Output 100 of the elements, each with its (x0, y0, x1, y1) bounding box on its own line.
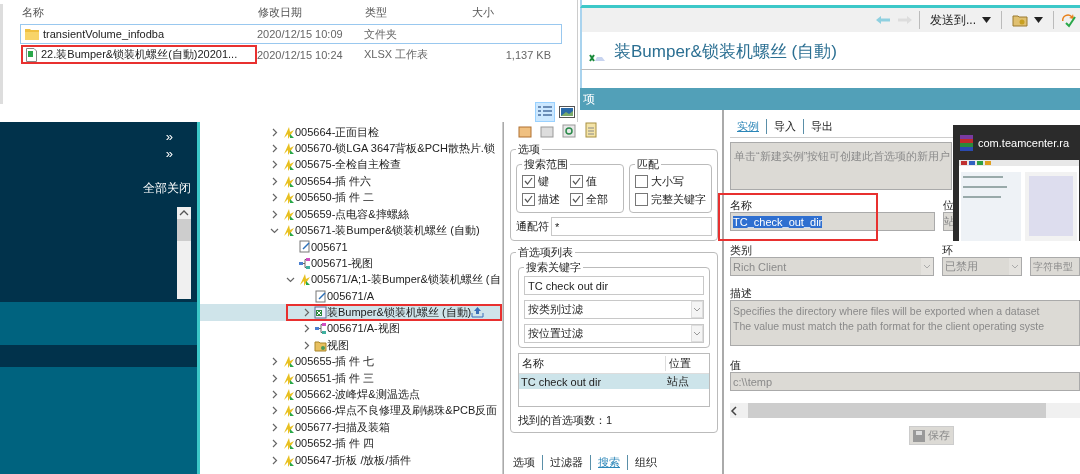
column-header[interactable]: 位置 (665, 356, 709, 371)
column-header[interactable]: 类型 (365, 4, 472, 20)
checkbox[interactable] (635, 192, 648, 206)
scroll-thumb[interactable] (177, 219, 191, 241)
tree-item[interactable]: 005671/A-视图 (200, 320, 502, 338)
revision-icon (282, 125, 295, 139)
revision-icon (282, 437, 295, 451)
collapse-chevron-icon[interactable] (286, 275, 295, 285)
group-title: 选项 (517, 142, 541, 157)
structure-icon (314, 322, 327, 336)
selected-text: TC_check_out_dir (733, 215, 823, 228)
filter-dropdown[interactable]: 按位置过滤 (524, 324, 704, 343)
checkbox-label: 大小写 (651, 173, 684, 189)
tree-item[interactable]: 005671/A;1-装Bumper&锁装机螺丝 (自 (200, 271, 502, 288)
revision-icon (282, 371, 295, 385)
checkbox[interactable] (570, 174, 583, 188)
file-date: 2020/12/15 10:09 (257, 28, 344, 40)
tab[interactable]: 导出 (804, 119, 840, 134)
search-field[interactable]: TC check out dir (524, 276, 704, 295)
checkbox[interactable] (522, 174, 535, 188)
checkbox[interactable] (522, 192, 535, 206)
dropdown-arrow-icon (1034, 17, 1043, 23)
field-label: 描述 (730, 286, 753, 300)
revision-icon (282, 387, 295, 401)
close-all-link[interactable]: 全部关闭 (143, 180, 191, 197)
tree-item[interactable]: 005659-点电容&摔螺絲 (200, 205, 502, 223)
checkbox[interactable] (635, 174, 648, 188)
checkbox-label: 值 (586, 173, 597, 189)
tree-item[interactable]: 005666-焊点不良修理及刷锡珠&PCB反面 (200, 402, 502, 420)
spreadsheet-icon (314, 306, 327, 319)
dropdown-arrow-icon (982, 17, 991, 23)
tree-item[interactable]: 005671-视图 (200, 255, 502, 272)
tree-item[interactable]: 005655-插 件 七 (200, 353, 502, 370)
structure-icon (298, 256, 311, 270)
send-to-button[interactable]: 发送到... (926, 9, 995, 31)
column-header[interactable]: 名称 (22, 4, 258, 20)
tree-item[interactable]: 005671 (200, 238, 502, 256)
tree-item[interactable]: 005664-正面目检 (200, 124, 502, 141)
tab[interactable]: 实例 (730, 119, 767, 134)
table-row[interactable]: TC check out dir 站点 (519, 374, 709, 389)
expand-chevron[interactable]: » (165, 128, 173, 145)
revision-icon (282, 142, 295, 156)
expand-chevron[interactable]: » (165, 145, 173, 162)
revision-icon (282, 174, 295, 188)
file-name: 22.装Bumper&锁装机螺丝(自動)20201... (41, 47, 238, 62)
result-count: 找到的首选项数：1 (518, 413, 614, 428)
wildcard-field[interactable]: * (551, 217, 712, 236)
file-type: XLSX 工作表 (364, 47, 430, 62)
file-type: 文件夹 (364, 26, 398, 42)
list-icon (538, 106, 552, 118)
filter-dropdown[interactable]: 按类别过滤 (524, 300, 704, 319)
collapse-chevron-icon[interactable] (270, 226, 279, 236)
folder-icon (314, 338, 327, 352)
checkbox[interactable] (570, 192, 583, 206)
scrollbar[interactable] (730, 403, 1080, 418)
tree-item[interactable]: 005670-锁LGA 3647背板&PCH散热片.锁 (200, 140, 502, 157)
tree-item[interactable]: 005652-插 件 四 (200, 435, 502, 452)
tree-item[interactable]: 视图 (200, 337, 502, 354)
checkbox-label: 描述 (538, 191, 560, 207)
tree-item[interactable]: 装Bumper&锁装机螺丝 (自動) (200, 304, 502, 321)
field-label: 类别 (730, 243, 753, 257)
tree-item[interactable]: 005675-全检自主检查 (200, 156, 502, 174)
document-icon (314, 289, 327, 303)
tab[interactable]: 搜索 (591, 454, 628, 470)
file-row[interactable]: transientVolume_infodba 2020/12/15 10:09 文件夹 (20, 24, 562, 44)
tree-item[interactable]: 005650-插 件 二 (200, 189, 502, 206)
tab[interactable]: 导入 (767, 119, 804, 134)
checkbox-label: 全部 (586, 191, 608, 207)
column-header[interactable]: 名称 (519, 356, 665, 371)
group-title: 匹配 (636, 157, 660, 172)
file-date: 2020/12/15 10:24 (257, 48, 344, 61)
tree-item[interactable]: 005662-波峰焊&测温选点 (200, 386, 502, 403)
tree-item[interactable]: 005651-插 件 三 (200, 369, 502, 387)
column-header[interactable]: 大小 (472, 4, 562, 20)
tree-item[interactable]: 005654-插 件六 (200, 173, 502, 190)
folder-icon (25, 28, 39, 40)
file-row[interactable]: 22.装Bumper&锁装机螺丝(自動)20201... 2020/12/15 10:24 XLSX 工作表 1,137 KB (20, 44, 562, 64)
checkmark-icon (572, 177, 581, 185)
tree-item[interactable]: 005671-装Bumper&锁装机螺丝 (自動) (200, 222, 502, 239)
tab[interactable]: 选项 (506, 454, 543, 470)
checkbox-label: 键 (538, 173, 549, 189)
file-name: transientVolume_infodba (43, 28, 165, 40)
revision-icon (282, 453, 295, 467)
group-title: 首选项列表 (517, 245, 574, 260)
revision-icon (282, 404, 295, 418)
column-header[interactable]: 修改日期 (258, 4, 365, 20)
revision-icon (298, 273, 311, 287)
tree-item[interactable]: 005671/A (200, 287, 502, 305)
scroll-left-icon[interactable] (730, 405, 738, 416)
scrollbar[interactable] (177, 207, 191, 299)
field-label: 名称 (730, 198, 753, 212)
tree-item[interactable]: 005647-折板 /放板/插件 (200, 451, 502, 469)
tab[interactable]: 过滤器 (543, 454, 591, 470)
tree-item[interactable]: 005677-扫描及装箱 (200, 419, 502, 436)
revision-icon (282, 207, 295, 221)
books-icon (959, 134, 973, 152)
info-box: 单击“新建实例”按钮可创建此首选项的新用户 (730, 142, 952, 190)
tab[interactable]: 组织 (628, 454, 664, 470)
field-label: 通配符 (516, 219, 549, 234)
checkbox-label: 完整关键字 (651, 191, 706, 207)
